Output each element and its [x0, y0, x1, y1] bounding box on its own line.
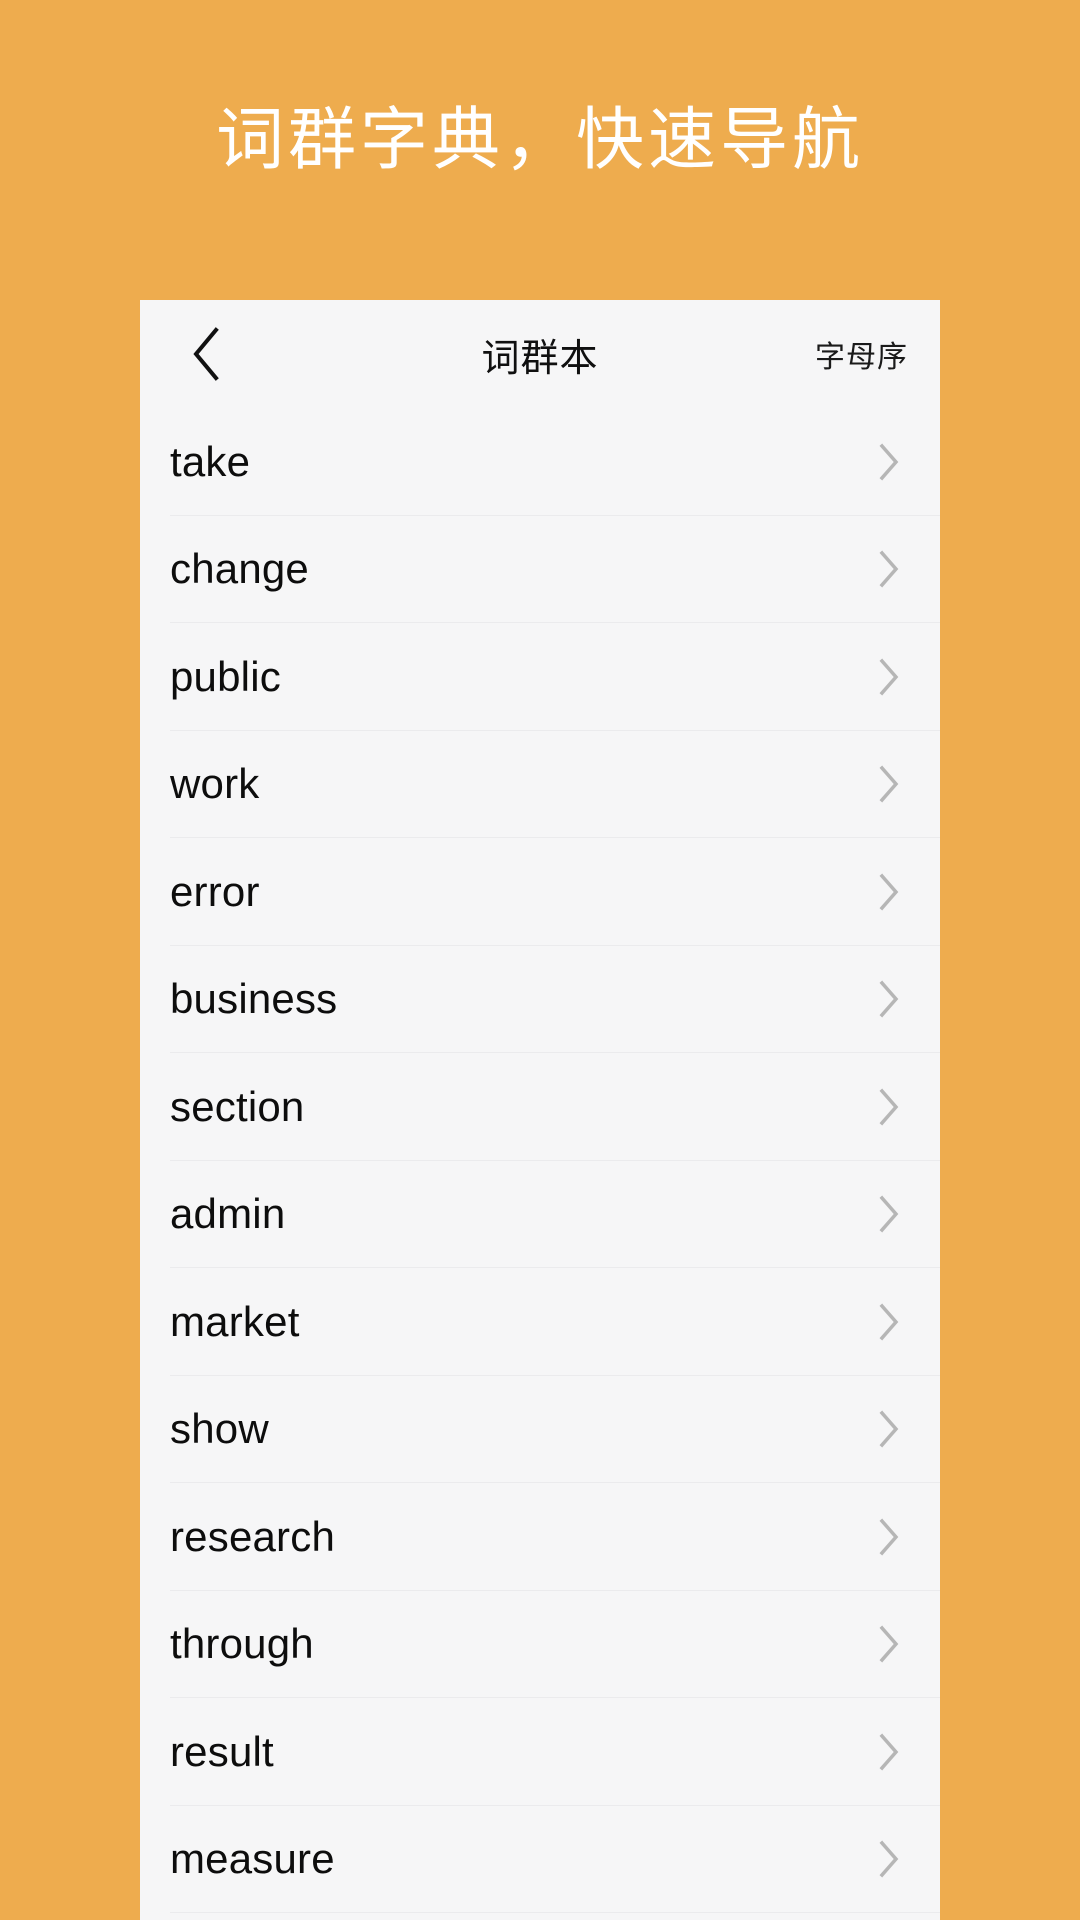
- list-item-label: public: [170, 652, 281, 700]
- list-item[interactable]: admin: [140, 1160, 940, 1268]
- chevron-right-icon: [872, 980, 906, 1018]
- chevron-right-icon: [872, 1195, 906, 1233]
- list-item-label: research: [170, 1512, 336, 1560]
- chevron-right-icon: [872, 765, 906, 803]
- chevron-right-icon: [872, 1088, 906, 1126]
- list-item[interactable]: show: [140, 1375, 940, 1483]
- list-item-label: change: [170, 545, 309, 593]
- list-item[interactable]: measure: [140, 1805, 940, 1913]
- chevron-right-icon: [872, 1840, 906, 1878]
- list-item[interactable]: market: [140, 1268, 940, 1376]
- list-item[interactable]: section: [140, 1053, 940, 1161]
- list-item[interactable]: take: [140, 408, 940, 516]
- list-item-label: admin: [170, 1190, 286, 1238]
- chevron-right-icon: [872, 658, 906, 696]
- hero-banner: 词群字典，快速导航: [0, 0, 1080, 300]
- list-item[interactable]: result: [140, 1698, 940, 1806]
- chevron-right-icon: [872, 443, 906, 481]
- list-item-label: market: [170, 1297, 300, 1345]
- list-item-label: measure: [170, 1835, 335, 1883]
- chevron-right-icon: [872, 873, 906, 911]
- list-item-label: work: [170, 760, 260, 808]
- list-item-label: error: [170, 867, 260, 915]
- list-item[interactable]: research: [140, 1483, 940, 1591]
- list-item[interactable]: through: [140, 1590, 940, 1698]
- phone-screen-card: 词群本 字母序 take change public work error bu…: [140, 300, 940, 1920]
- list-item[interactable]: change: [140, 515, 940, 623]
- list-item[interactable]: public: [140, 623, 940, 731]
- list-item-label: take: [170, 437, 251, 485]
- list-item-label: through: [170, 1620, 314, 1668]
- nav-bar: 词群本 字母序: [140, 300, 940, 408]
- word-group-list: take change public work error business s…: [140, 408, 940, 1913]
- chevron-right-icon: [872, 1625, 906, 1663]
- list-item[interactable]: work: [140, 730, 940, 838]
- list-item[interactable]: error: [140, 838, 940, 946]
- list-item-label: section: [170, 1082, 305, 1130]
- chevron-right-icon: [872, 1303, 906, 1341]
- sort-order-button[interactable]: 字母序: [815, 300, 908, 408]
- chevron-right-icon: [872, 1410, 906, 1448]
- chevron-right-icon: [872, 1733, 906, 1771]
- hero-title: 词群字典，快速导航: [215, 101, 864, 180]
- list-item-label: business: [170, 975, 338, 1023]
- list-item[interactable]: business: [140, 945, 940, 1053]
- list-item-label: show: [170, 1405, 269, 1453]
- list-item-label: result: [170, 1727, 274, 1775]
- chevron-right-icon: [872, 1518, 906, 1556]
- chevron-right-icon: [872, 550, 906, 588]
